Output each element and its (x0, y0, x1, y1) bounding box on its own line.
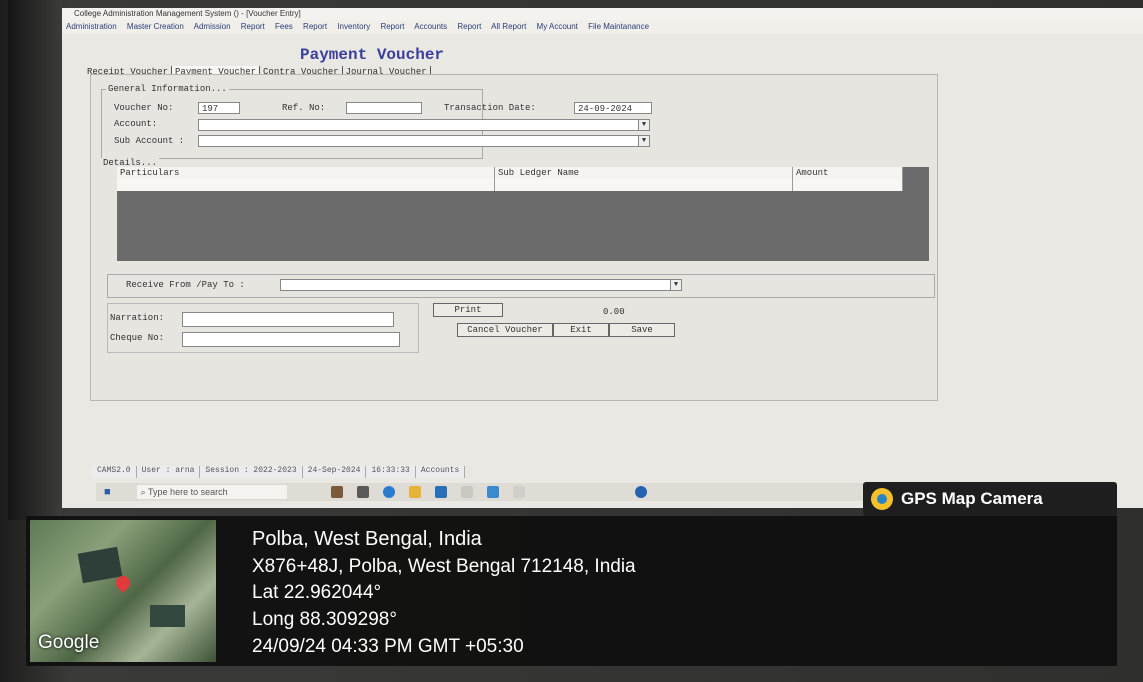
window-title: College Administration Management System… (74, 9, 301, 18)
table-row[interactable] (117, 179, 903, 191)
ref-no-field[interactable] (346, 102, 422, 114)
gps-place: Polba, West Bengal, India (252, 528, 482, 550)
transaction-date-field[interactable]: 24-09-2024 (574, 102, 652, 114)
narration-field[interactable] (182, 312, 394, 327)
chevron-down-icon[interactable]: ▼ (638, 120, 649, 130)
cell-particulars[interactable] (117, 179, 495, 191)
menu-master-creation[interactable]: Master Creation (127, 22, 184, 31)
narration-label: Narration: (110, 313, 165, 323)
page-title: Payment Voucher (300, 46, 445, 64)
status-date: 24-Sep-2024 (302, 466, 367, 478)
menu-report-2[interactable]: Report (303, 22, 327, 31)
menu-my-account[interactable]: My Account (537, 22, 578, 31)
column-particulars: Particulars (117, 167, 495, 179)
sub-account-select[interactable]: ▼ (198, 135, 650, 147)
cell-amount[interactable] (793, 179, 903, 191)
general-information-label: General Information... (106, 84, 229, 94)
general-information-group: General Information... Voucher No: 197 R… (101, 84, 652, 159)
camera-pin-icon (871, 488, 893, 510)
narration-group: Narration: Cheque No: (107, 303, 419, 353)
google-logo: Google (38, 632, 100, 653)
file-explorer-icon[interactable] (408, 486, 421, 498)
gps-badge-label: GPS Map Camera (901, 489, 1043, 508)
task-view-icon[interactable] (356, 486, 369, 498)
cheque-no-field[interactable] (182, 332, 400, 347)
gps-latitude: Lat 22.962044° (252, 582, 382, 603)
taskbar-app-icon[interactable] (512, 486, 525, 498)
print-button[interactable]: Print (433, 303, 503, 317)
search-icon: ⌕ (140, 487, 149, 497)
cell-sub-ledger-name[interactable] (495, 179, 793, 191)
gps-map-camera-badge: GPS Map Camera (863, 482, 1117, 516)
help-icon[interactable] (634, 486, 647, 498)
taskbar-app-icon[interactable] (330, 486, 343, 498)
transaction-date-label: Transaction Date: (444, 103, 536, 113)
chevron-down-icon[interactable]: ▼ (638, 136, 649, 146)
total-amount: 0.00 (603, 307, 625, 317)
save-button[interactable]: Save (609, 323, 675, 337)
status-time: 16:33:33 (366, 466, 416, 478)
cheque-no-label: Cheque No: (110, 333, 165, 343)
details-grid[interactable]: Particulars Sub Ledger Name Amount (117, 167, 929, 261)
menu-all-report[interactable]: All Report (491, 22, 526, 31)
menu-accounts[interactable]: Accounts (414, 22, 447, 31)
voucher-panel: General Information... Voucher No: 197 R… (90, 74, 938, 401)
status-module: Accounts (415, 466, 466, 478)
menu-report-1[interactable]: Report (241, 22, 265, 31)
mail-icon[interactable] (486, 486, 499, 498)
map-thumbnail: Google (30, 520, 216, 662)
ref-no-label: Ref. No: (282, 103, 326, 113)
receive-from-select[interactable]: ▼ (280, 279, 682, 291)
gps-datetime: 24/09/24 04:33 PM GMT +05:30 (252, 636, 524, 657)
monitor-screen: College Administration Management System… (62, 8, 1143, 508)
gps-address: X876+48J, Polba, West Bengal 712148, Ind… (252, 556, 636, 577)
column-amount: Amount (793, 167, 903, 179)
chevron-down-icon[interactable]: ▼ (670, 280, 681, 290)
gps-longitude: Long 88.309298° (252, 609, 397, 630)
voucher-no-field[interactable]: 197 (198, 102, 240, 114)
window-titlebar: College Administration Management System… (62, 8, 1143, 20)
windows-taskbar: ■ ⌕ Type here to search (96, 483, 886, 501)
status-user: User : arna (136, 466, 201, 478)
menu-admission[interactable]: Admission (194, 22, 231, 31)
cancel-voucher-button[interactable]: Cancel Voucher (457, 323, 553, 337)
gps-info-overlay: Google Polba, West Bengal, India X876+48… (26, 516, 1117, 666)
menu-report-4[interactable]: Report (457, 22, 481, 31)
status-app-version: CAMS2.0 (92, 466, 137, 478)
account-label: Account: (114, 119, 158, 129)
taskbar-search-input[interactable]: ⌕ Type here to search (136, 485, 287, 499)
menu-file-maintanance[interactable]: File Maintanance (588, 22, 649, 31)
menu-fees[interactable]: Fees (275, 22, 293, 31)
taskbar-app-icon[interactable] (460, 486, 473, 498)
windows-start-icon[interactable]: ■ (104, 486, 111, 498)
edge-browser-icon[interactable] (382, 486, 395, 498)
search-placeholder: Type here to search (148, 487, 228, 497)
map-water-area (77, 546, 123, 584)
monitor-bezel (8, 0, 62, 520)
map-water-area (150, 605, 185, 627)
menu-bar: Administration Master Creation Admission… (62, 20, 1143, 34)
grid-header: Particulars Sub Ledger Name Amount (117, 167, 903, 179)
column-sub-ledger-name: Sub Ledger Name (495, 167, 793, 179)
voucher-no-label: Voucher No: (114, 103, 174, 113)
status-session: Session : 2022-2023 (200, 466, 303, 478)
menu-report-3[interactable]: Report (380, 22, 404, 31)
account-select[interactable]: ▼ (198, 119, 650, 131)
store-icon[interactable] (434, 486, 447, 498)
exit-button[interactable]: Exit (553, 323, 609, 337)
receive-from-label: Receive From /Pay To : (126, 280, 245, 290)
menu-inventory[interactable]: Inventory (337, 22, 370, 31)
sub-account-label: Sub Account : (114, 136, 185, 146)
status-bar: CAMS2.0 User : arna Session : 2022-2023 … (92, 466, 466, 478)
menu-administration[interactable]: Administration (66, 22, 117, 31)
receive-from-group: Receive From /Pay To : ▼ (107, 274, 935, 298)
